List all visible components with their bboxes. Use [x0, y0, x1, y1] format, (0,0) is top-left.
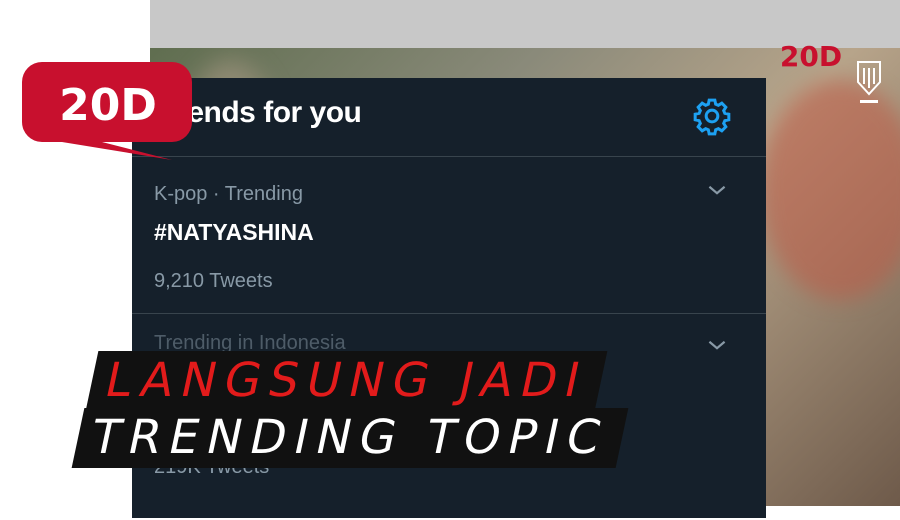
trend-meta: K-pop · Trending [154, 183, 303, 205]
gear-icon[interactable] [692, 96, 732, 136]
chevron-down-icon[interactable] [704, 177, 730, 203]
trend-count: 9,210 Tweets [154, 270, 273, 292]
caption-line-2: TRENDING TOPIC [71, 408, 628, 468]
caption-line-1: LANGSUNG JADI [85, 351, 608, 411]
brand-logo: 20D [22, 62, 192, 160]
trend-item[interactable]: K-pop · Trending #NATYASHINA 9,210 Tweet… [132, 157, 766, 314]
logo-text: 20D [59, 80, 157, 131]
crest-icon [857, 61, 881, 103]
trends-header: Trends for you [132, 78, 766, 157]
trend-topic: #NATYASHINA [154, 219, 314, 245]
brand-logo-small: 20D [780, 40, 842, 73]
photo-detail [760, 80, 900, 300]
chevron-down-icon[interactable] [704, 332, 730, 358]
logo-small-text: 20D [780, 40, 842, 73]
